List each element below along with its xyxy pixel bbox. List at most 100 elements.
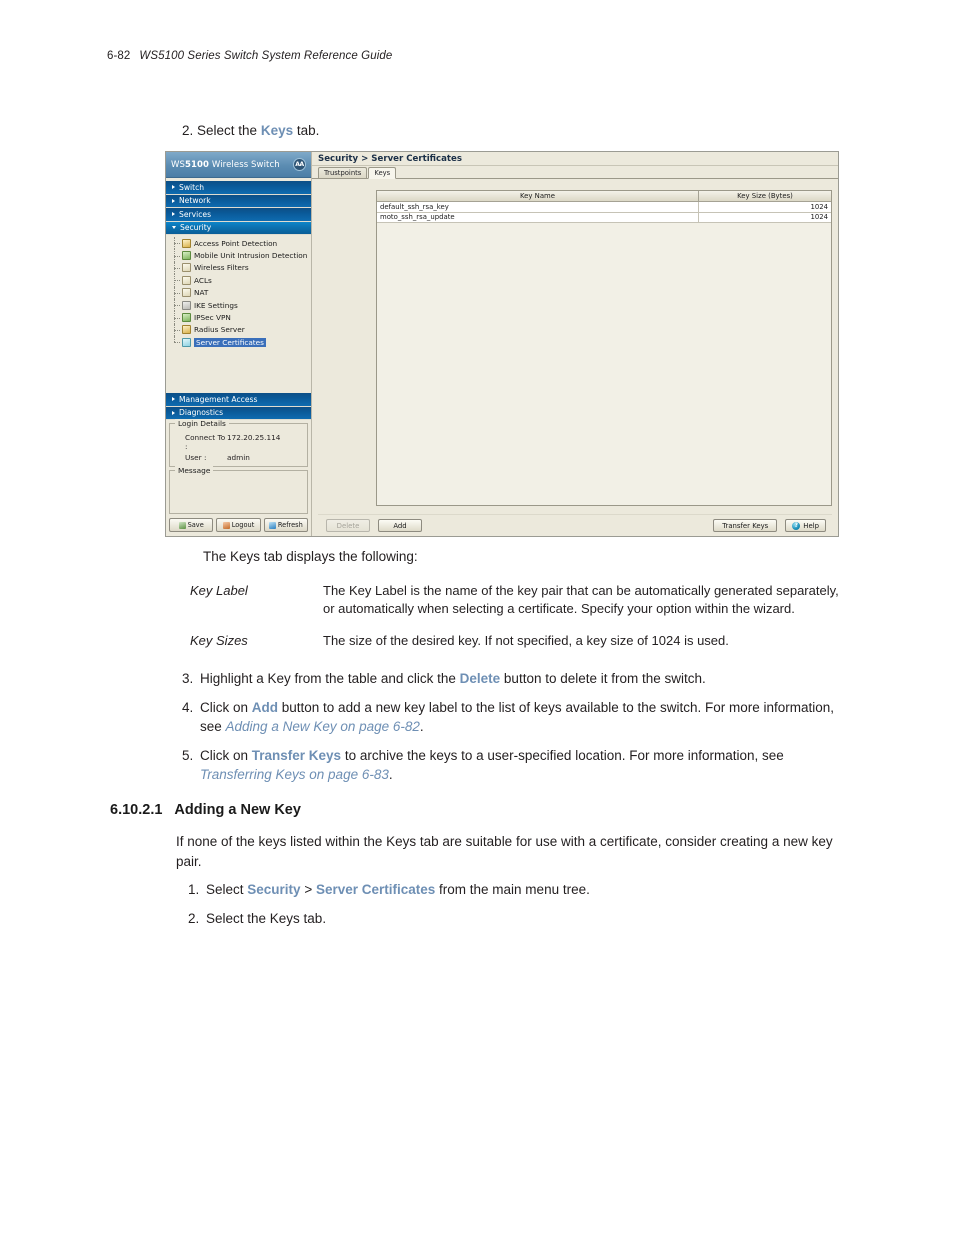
cross-reference-link[interactable]: Transferring Keys on page 6-83 [200,767,389,782]
tab-bar: Trustpoints Keys [312,166,838,179]
logout-button[interactable]: Logout [216,518,261,532]
page-number: 6-82 [107,50,131,62]
body-text: . [419,719,424,734]
tree-elbow [174,261,182,275]
logout-icon [222,521,230,529]
tree-item-nat[interactable]: NAT [166,286,311,300]
tab-trustpoints[interactable]: Trustpoints [318,166,368,178]
tree-item-label: Server Certificates [194,337,266,347]
column-header-key-name[interactable]: Key Name [377,191,699,202]
tree-item-mobile-unit-intrusion-detection[interactable]: Mobile Unit Intrusion Detection [166,249,311,263]
left-navigation-panel: WS5100 Wireless Switch AA Switch Network… [166,152,312,536]
procedure-steps: 3. Highlight a Key from the table and cl… [182,669,842,794]
tree-elbow [174,323,182,337]
definition-body: The size of the desired key. If not spec… [323,633,729,648]
emphasis-text: Server Certificates [315,882,436,897]
refresh-button[interactable]: Refresh [263,518,308,532]
login-connect-to-row: Connect To : 172.20.25.114 [175,433,302,451]
logout-button-label: Logout [231,521,255,529]
nav-group-label: Security [180,223,212,233]
tree-item-acls[interactable]: ACLs [166,274,311,287]
wireless-filters-icon [182,263,191,273]
tree-item-label: Access Point Detection [194,238,278,248]
column-header-key-size[interactable]: Key Size (Bytes) [698,191,831,202]
add-button[interactable]: Add [378,519,422,532]
tree-elbow [174,237,182,250]
chevron-right-icon [172,397,175,402]
nav-group-management-access[interactable]: Management Access [166,393,311,407]
message-panel-title: Message [175,466,214,475]
brand-prefix: WS [171,159,186,170]
user-value: admin [227,453,250,462]
emphasis-text: Transfer Keys [251,748,342,763]
body-text: Highlight a Key from the table and click… [200,671,460,686]
tree-item-ipsec-vpn[interactable]: IPSec VPN [166,311,311,325]
step-5: 5. Click on Transfer Keys to archive the… [182,746,842,784]
step-select-keys-tab: 2. Select the Keys tab. [182,121,822,140]
login-user-row: User : admin [175,453,302,462]
nav-group-security[interactable]: Security [166,221,311,235]
step-3: 3. Highlight a Key from the table and cl… [182,669,842,688]
chevron-right-icon [172,212,175,217]
tree-item-radius-server[interactable]: Radius Server [166,323,311,337]
body-text: to archive the keys to a user-specified … [341,748,784,763]
tree-item-access-point-detection[interactable]: Access Point Detection [166,237,311,250]
help-button-label: Help [803,521,819,530]
emphasis-text: Delete [459,671,501,686]
tree-item-label: IPSec VPN [194,313,231,323]
body-text: Click on [200,748,252,763]
nav-group-label: Services [179,209,212,219]
tree-item-label: Wireless Filters [194,263,249,273]
nav-group-list-bottom: Management Access Diagnostics [166,393,311,420]
transfer-keys-button[interactable]: Transfer Keys [713,519,778,532]
cell-key-size: 1024 [698,212,831,223]
tree-elbow [174,336,182,348]
table-header-row: Key Name Key Size (Bytes) [377,191,831,202]
brand-model: 5100 [185,159,210,170]
nav-group-switch[interactable]: Switch [166,181,311,195]
chevron-right-icon [172,185,175,190]
keys-workspace: Key Name Key Size (Bytes) default_ssh_rs… [312,179,838,536]
step-number: 3. [182,671,194,686]
tree-item-ike-settings[interactable]: IKE Settings [166,298,311,312]
step-text: Select Security > Server Certificates fr… [206,880,848,899]
step-text: Click on Transfer Keys to archive the ke… [200,746,842,784]
table-row[interactable]: default_ssh_rsa_key 1024 [377,201,831,213]
access-point-detection-icon [182,238,191,248]
nav-group-label: Network [179,196,211,206]
nat-icon [182,288,191,298]
main-content-panel: Security > Server Certificates Trustpoin… [312,152,838,536]
chevron-right-icon [172,198,175,203]
nav-group-label: Management Access [179,394,258,404]
emphasis-text: Security [247,882,301,897]
application-screenshot: WS5100 Wireless Switch AA Switch Network… [165,151,839,537]
nav-group-network[interactable]: Network [166,194,311,208]
tab-keys[interactable]: Keys [368,166,397,179]
step-text: Click on Add button to add a new key lab… [200,698,842,736]
field-definition-list: Key Label The Key Label is the name of t… [190,582,840,664]
connect-to-label: Connect To : [185,433,226,451]
cross-reference-link[interactable]: Adding a New Key on page 6-82 [226,719,420,734]
ike-settings-icon [182,300,191,310]
keys-table-container[interactable]: Key Name Key Size (Bytes) default_ssh_rs… [376,190,832,506]
section-paragraph: If none of the keys listed within the Ke… [176,834,833,869]
tree-item-wireless-filters[interactable]: Wireless Filters [166,261,311,275]
help-icon: ? [792,521,801,530]
motorola-logo-icon: AA [293,158,306,171]
step-number: 5. [182,748,194,763]
save-button[interactable]: Save [169,518,214,532]
tree-item-server-certificates[interactable]: Server Certificates [166,336,311,348]
nav-group-services[interactable]: Services [166,208,311,222]
tree-elbow [174,274,182,287]
delete-button[interactable]: Delete [326,519,370,532]
definition-term: Key Sizes [190,633,248,648]
step-text: Highlight a Key from the table and click… [200,669,842,688]
help-button[interactable]: ? Help [785,519,826,532]
table-row[interactable]: moto_ssh_rsa_update 1024 [377,212,831,223]
body-text: > [300,882,316,897]
acls-icon [182,275,191,285]
page-running-header: 6-82 WS5100 Series Switch System Referenc… [107,50,392,62]
message-panel: Message [169,466,308,514]
nav-group-diagnostics[interactable]: Diagnostics [166,406,311,420]
step-text-before: Select the [197,123,261,138]
